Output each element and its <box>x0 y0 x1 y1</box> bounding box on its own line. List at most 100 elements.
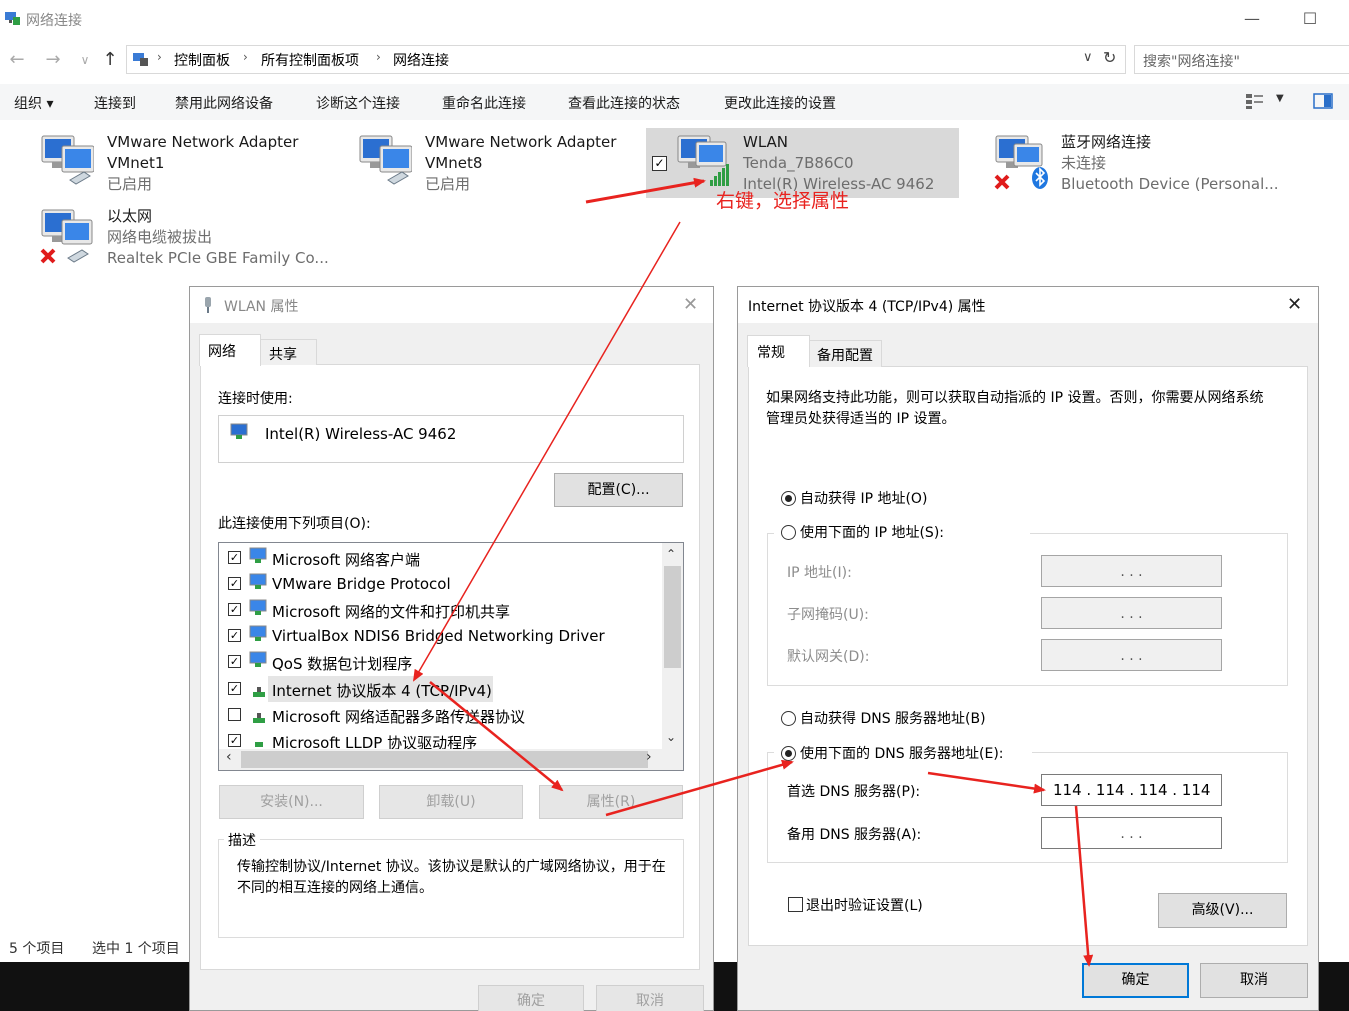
bluetooth-adapter-icon[interactable] <box>994 132 1048 192</box>
list-item[interactable]: Microsoft 网络的文件和打印机共享 <box>272 601 510 627</box>
tab-label: 网络 <box>208 344 236 360</box>
up-arrow-icon[interactable]: ↑ <box>97 47 123 73</box>
alternate-dns-input[interactable]: . . . <box>1041 817 1222 849</box>
breadcrumb-all-items[interactable]: 所有控制面板项 <box>261 50 359 70</box>
uninstall-button[interactable]: 卸载(U) <box>379 785 523 819</box>
item-checkbox[interactable] <box>228 708 241 721</box>
list-item[interactable]: QoS 数据包计划程序 <box>272 653 412 679</box>
minimize-button[interactable]: — <box>1232 6 1272 32</box>
connection-name-line1: 以太网 <box>107 207 153 225</box>
manual-ip-radio[interactable] <box>781 525 796 540</box>
tab-network[interactable]: 网络 <box>199 334 261 366</box>
dialog-title: Internet 协议版本 4 (TCP/IPv4) 属性 <box>748 299 986 315</box>
subnet-mask-input[interactable]: . . . <box>1041 597 1222 629</box>
network-adapter-icon <box>230 423 248 439</box>
list-item[interactable]: Microsoft 网络客户端 <box>272 549 420 575</box>
protocol-component-icon <box>249 625 267 641</box>
search-input[interactable]: 搜索"网络连接" <box>1134 45 1349 74</box>
install-button[interactable]: 安装(N)... <box>219 785 364 819</box>
ethernet-adapter-icon[interactable] <box>40 206 94 266</box>
scroll-left-icon[interactable]: ‹ <box>226 749 232 765</box>
organize-menu[interactable]: 组织 ▾ <box>14 93 53 113</box>
item-checkbox[interactable]: ✓ <box>228 577 241 590</box>
scrollbar-thumb[interactable] <box>664 566 681 668</box>
close-icon[interactable]: ✕ <box>1287 294 1302 315</box>
connect-using-label: 连接时使用: <box>218 391 293 407</box>
ok-button[interactable]: 确定 <box>1082 963 1189 998</box>
back-arrow-icon[interactable]: ← <box>4 47 30 73</box>
recent-chevron-icon[interactable]: ∨ <box>72 47 98 73</box>
description-label: 描述 <box>224 830 260 850</box>
validate-label: 退出时验证设置(L) <box>806 898 923 914</box>
tab-general[interactable]: 常规 <box>747 335 810 367</box>
close-icon[interactable]: ✕ <box>683 294 698 315</box>
wireless-adapter-icon[interactable] <box>676 132 730 192</box>
preferred-dns-input[interactable]: 114 . 114 . 114 . 114 <box>1041 774 1222 806</box>
forward-arrow-icon[interactable]: → <box>40 47 66 73</box>
selection-checkbox[interactable]: ✓ <box>652 156 667 171</box>
disable-device-button[interactable]: 禁用此网络设备 <box>175 93 273 113</box>
tab-alternate[interactable]: 备用配置 <box>809 340 882 367</box>
manual-dns-label: 使用下面的 DNS 服务器地址(E): <box>800 746 1004 762</box>
connection-status: 网络电缆被拔出 <box>107 228 213 246</box>
connection-name-line1: VMware Network Adapter <box>425 133 617 151</box>
validate-checkbox[interactable] <box>788 897 803 912</box>
properties-button[interactable]: 属性(R) <box>539 785 683 819</box>
auto-dns-radio[interactable] <box>781 711 796 726</box>
change-settings-button[interactable]: 更改此连接的设置 <box>724 93 836 113</box>
list-item[interactable]: VMware Bridge Protocol <box>272 575 451 601</box>
network-adapter-icon[interactable] <box>358 132 412 192</box>
hscroll-thumb[interactable] <box>241 751 648 768</box>
item-checkbox[interactable]: ✓ <box>228 682 241 695</box>
scroll-up-icon[interactable]: ⌃ <box>666 547 676 561</box>
tab-label: 备用配置 <box>817 348 873 364</box>
ip-address-input[interactable]: . . . <box>1041 555 1222 587</box>
connection-bluetooth[interactable]: 蓝牙网络连接 未连接 Bluetooth Device (Personal... <box>1061 132 1279 195</box>
item-checkbox[interactable]: ✓ <box>228 734 241 747</box>
tab-sharing[interactable]: 共享 <box>260 339 317 365</box>
item-checkbox[interactable]: ✓ <box>228 629 241 642</box>
wifi-adapter-icon <box>205 297 211 313</box>
connection-vmnet8[interactable]: VMware Network Adapter VMnet8 已启用 <box>425 132 616 195</box>
manual-dns-radio[interactable] <box>781 746 796 761</box>
cancel-button[interactable]: 取消 <box>1200 963 1308 998</box>
connection-vmnet1[interactable]: VMware Network Adapter VMnet1 已启用 <box>107 132 298 195</box>
list-item[interactable]: VirtualBox NDIS6 Bridged Networking Driv… <box>272 627 605 653</box>
description-text: 传输控制协议/Internet 协议。该协议是默认的广域网络协议，用于在不同的相… <box>237 859 666 896</box>
refresh-icon[interactable]: ↻ <box>1103 48 1116 67</box>
service-component-icon <box>249 599 267 615</box>
address-dropdown-icon[interactable]: ∨ <box>1083 50 1093 65</box>
item-checkbox[interactable]: ✓ <box>228 655 241 668</box>
title-bar: 网络连接 <box>0 0 1349 38</box>
view-status-button[interactable]: 查看此连接的状态 <box>568 93 680 113</box>
breadcrumb-network-connections[interactable]: 网络连接 <box>393 50 449 70</box>
auto-ip-radio[interactable] <box>781 491 796 506</box>
item-checkbox[interactable]: ✓ <box>228 551 241 564</box>
advanced-button[interactable]: 高级(V)... <box>1158 893 1287 928</box>
maximize-button[interactable]: ☐ <box>1290 6 1330 32</box>
rename-button[interactable]: 重命名此连接 <box>442 93 526 113</box>
diagnose-button[interactable]: 诊断这个连接 <box>316 93 400 113</box>
connect-to-button[interactable]: 连接到 <box>94 93 136 113</box>
breadcrumb-control-panel[interactable]: 控制面板 <box>174 50 230 70</box>
item-checkbox[interactable]: ✓ <box>228 603 241 616</box>
cancel-button[interactable]: 取消 <box>596 985 704 1011</box>
list-item-ipv4[interactable]: Internet 协议版本 4 (TCP/IPv4) <box>272 680 492 706</box>
scroll-right-icon[interactable]: › <box>646 749 652 765</box>
connection-status: 已启用 <box>107 175 153 193</box>
scroll-down-icon[interactable]: ⌄ <box>666 730 676 744</box>
network-adapter-icon[interactable] <box>40 132 94 192</box>
protocol-component-icon <box>249 573 267 589</box>
network-connections-icon <box>5 12 20 25</box>
connection-ethernet[interactable]: 以太网 网络电缆被拔出 Realtek PCIe GBE Family Co..… <box>107 206 329 269</box>
preferred-dns-value: 114 . 114 . 114 . 114 <box>1053 781 1211 799</box>
dialog-title: WLAN 属性 <box>224 299 299 315</box>
list-item[interactable]: Microsoft 网络适配器多路传送器协议 <box>272 706 525 732</box>
default-gateway-input[interactable]: . . . <box>1041 639 1222 671</box>
configure-button[interactable]: 配置(C)... <box>554 473 683 507</box>
view-dropdown-icon[interactable]: ▼ <box>1276 93 1284 104</box>
ok-button[interactable]: 确定 <box>478 985 584 1011</box>
tab-label: 常规 <box>757 345 785 361</box>
preview-pane-icon[interactable] <box>1313 93 1333 109</box>
view-options-icon[interactable] <box>1245 92 1265 110</box>
